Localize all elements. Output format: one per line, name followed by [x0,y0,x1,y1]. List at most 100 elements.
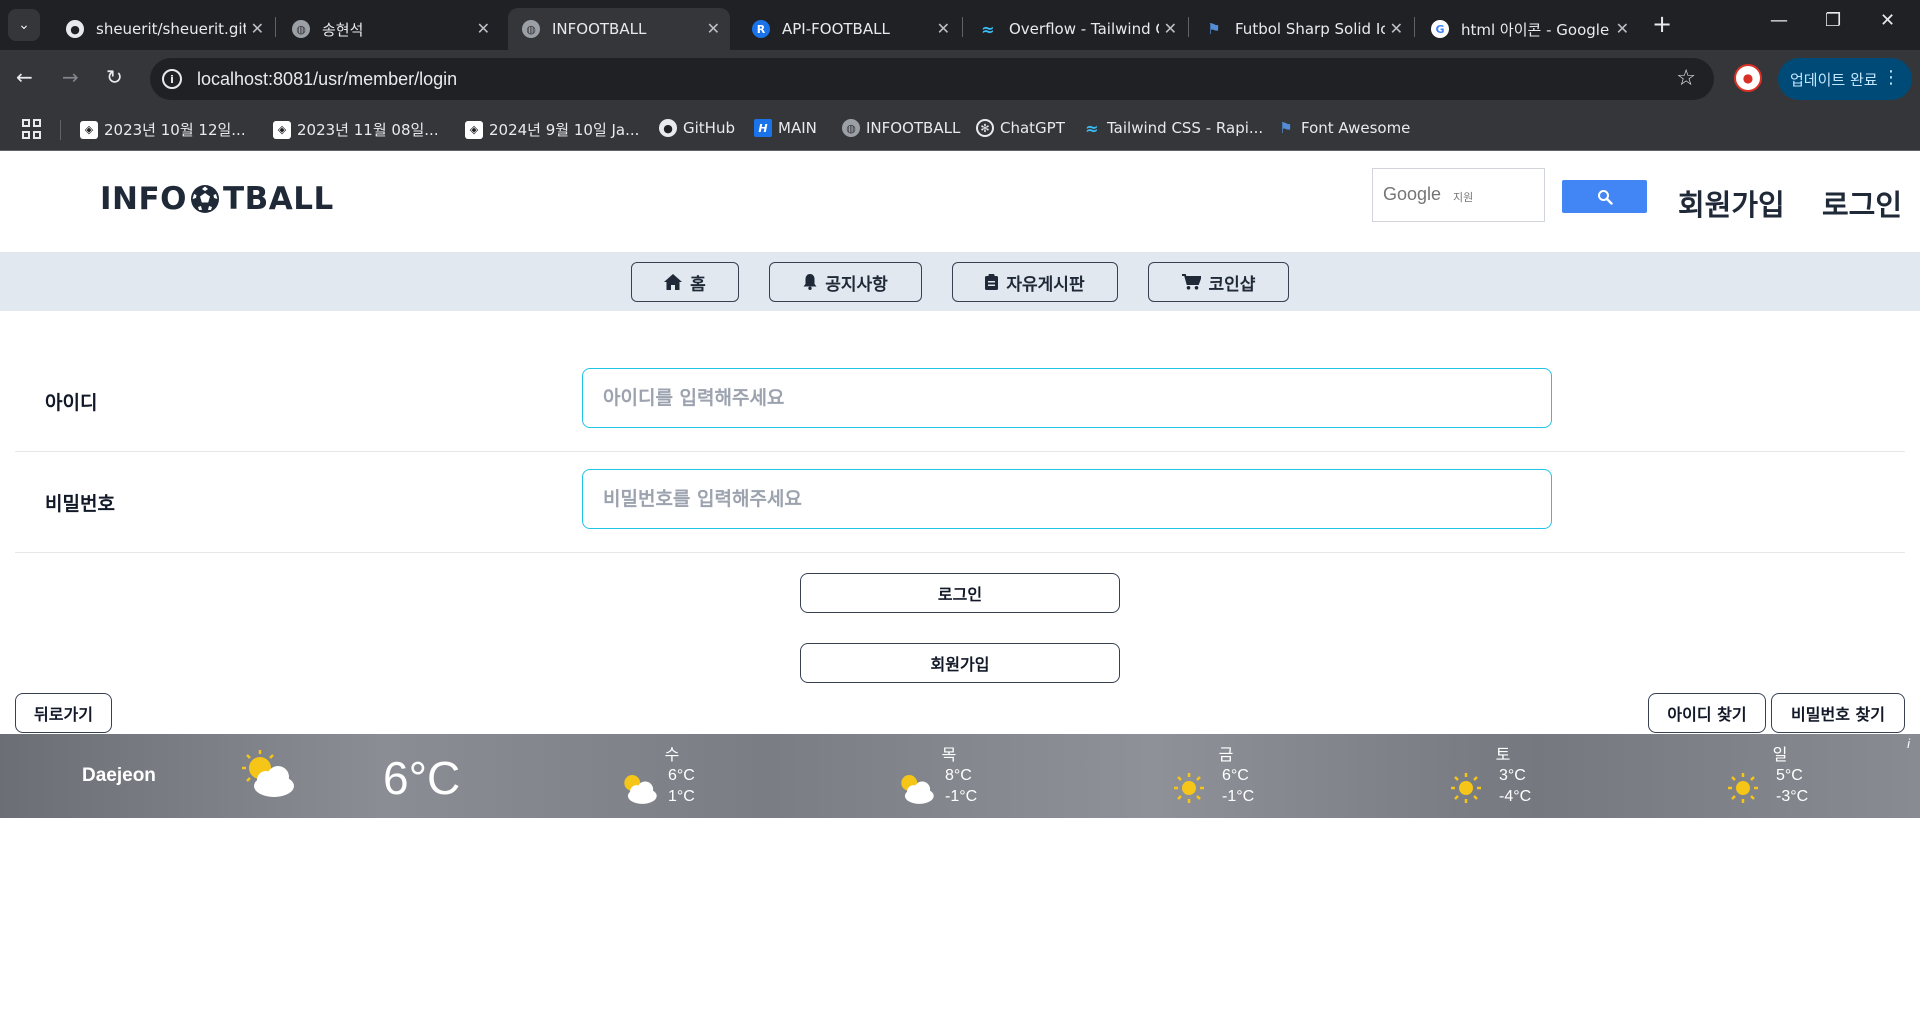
apps-grid-icon[interactable] [22,119,42,139]
tab-title: 송현석 [322,20,364,39]
tab-github[interactable]: ● sheuerit/sheuerit.github ✕ [52,8,274,50]
back-button[interactable]: 뒤로가기 [15,693,112,733]
google-search-input[interactable]: Google 지원 [1372,168,1545,222]
minimize-icon[interactable]: — [1770,10,1788,31]
logo-text-right: TBALL [223,181,334,217]
bookmark-label: ChatGPT [1000,119,1065,137]
close-icon[interactable]: ✕ [1164,19,1177,38]
soccer-ball-icon [191,185,220,213]
tab-title: INFOOTBALL [552,20,647,38]
window-close-icon[interactable]: ✕ [1880,10,1895,31]
partly-cloudy-icon [242,750,294,797]
bookmark-label: 2024년 9월 10일 Ja... [489,121,640,139]
id-label: 아이디 [45,392,98,414]
main-nav: 홈 공지사항 자유게시판 코인샵 [0,252,1920,311]
login-link[interactable]: 로그인 [1822,182,1902,224]
sun-icon [1451,773,1481,803]
weather-day: 토 3°C -4°C [1448,734,1568,818]
nav-free-board[interactable]: 자유게시판 [952,262,1118,302]
tab-api-football[interactable]: R API-FOOTBALL ✕ [738,8,960,50]
close-icon[interactable]: ✕ [937,19,950,38]
page-content: INFO TBALL Google 지원 회원가입 로그인 홈 공지사항 자유게… [0,151,1920,1020]
bookmark-star-icon[interactable]: ☆ [1676,66,1696,91]
tab-title: Futbol Sharp Solid Icon [1235,20,1385,38]
weather-info-icon[interactable]: i [1907,736,1910,751]
bookmark-item[interactable]: ◍ INFOOTBALL [842,119,960,137]
nav-label: 홈 [690,274,706,295]
bookmark-item[interactable]: ● GitHub [659,119,735,137]
weather-day-name: 일 [1772,747,1788,764]
new-tab-icon[interactable]: + [1652,10,1672,38]
bookmark-item[interactable]: H MAIN [754,119,817,137]
back-arrow-icon[interactable]: ← [16,65,33,89]
site-logo[interactable]: INFO TBALL [100,181,334,217]
close-icon[interactable]: ✕ [1390,19,1403,38]
update-button[interactable]: 업데이트 완료 ⋮ [1778,58,1912,100]
nav-home[interactable]: 홈 [631,262,739,302]
profile-avatar[interactable]: ● [1734,64,1762,92]
chevron-down-icon: ⌄ [18,17,30,33]
bookmark-item[interactable]: ⚑ Font Awesome [1277,119,1410,137]
password-input[interactable] [582,469,1552,529]
nav-label: 자유게시판 [1006,274,1085,295]
more-vert-icon[interactable]: ⋮ [1882,67,1900,88]
partly-cloudy-icon [901,775,934,804]
tab-tailwind[interactable]: ≈ Overflow - Tailwind CSS ✕ [965,8,1187,50]
restore-icon[interactable]: ❐ [1825,10,1841,31]
browser-toolbar: ← → ↻ i localhost:8081/usr/member/login … [0,50,1920,108]
bookmark-label: Tailwind CSS - Rapi... [1107,119,1264,137]
tab-font-awesome[interactable]: ⚑ Futbol Sharp Solid Icon ✕ [1191,8,1413,50]
tab-title: Overflow - Tailwind CSS [1009,20,1159,38]
weather-low: 1°C [668,788,695,805]
home-icon [664,274,683,290]
site-info-icon[interactable]: i [162,69,182,89]
nav-notice[interactable]: 공지사항 [769,262,922,302]
search-button[interactable] [1562,180,1647,213]
login-button[interactable]: 로그인 [800,573,1120,613]
id-input[interactable] [582,368,1552,428]
bookmark-item[interactable]: ◈ 2023년 10월 12일... [80,119,246,140]
update-label: 업데이트 완료 [1790,70,1878,89]
find-id-button[interactable]: 아이디 찾기 [1648,693,1766,733]
close-icon[interactable]: ✕ [1616,19,1629,38]
nav-coin-shop[interactable]: 코인샵 [1148,262,1289,302]
bookmark-item[interactable]: ◈ 2023년 11월 08일... [273,119,439,140]
forward-arrow-icon[interactable]: → [62,65,79,89]
clipboard-icon [985,274,999,290]
close-icon[interactable]: ✕ [251,19,264,38]
weather-day-name: 목 [941,747,957,764]
weather-widget[interactable]: Daejeon 6°C 수 6°C 1°C 목 8°C -1°C 금 6°C -… [0,734,1920,818]
tab-title: API-FOOTBALL [782,20,890,38]
weather-day: 일 5°C -3°C [1725,734,1845,818]
bookmark-item[interactable]: ◈ 2024년 9월 10일 Ja... [465,119,639,140]
tab-separator [275,17,276,37]
tab-separator [962,17,963,37]
signup-link[interactable]: 회원가입 [1678,182,1785,224]
find-password-button[interactable]: 비밀번호 찾기 [1771,693,1905,733]
bookmark-label: INFOOTBALL [866,119,961,137]
bookmark-item[interactable]: ✻ ChatGPT [976,119,1065,137]
tab-bar: ⌄ ● sheuerit/sheuerit.github ✕ ◍ 송현석 ✕ ◍… [0,0,1920,50]
logo-text-left: INFO [100,181,188,217]
weather-day-name: 수 [664,747,680,764]
weather-low: -4°C [1499,788,1532,805]
tab-profile[interactable]: ◍ 송현석 ✕ [278,8,500,50]
signup-button[interactable]: 회원가입 [800,643,1120,683]
tab-search-button[interactable]: ⌄ [8,9,40,41]
tab-title: html 아이콘 - Google [1461,20,1610,39]
close-icon[interactable]: ✕ [477,19,490,38]
bookmark-item[interactable]: ≈ Tailwind CSS - Rapi... [1083,119,1264,138]
reload-icon[interactable]: ↻ [106,65,123,89]
close-icon[interactable]: ✕ [707,19,720,38]
cart-icon [1181,274,1201,290]
tab-title: sheuerit/sheuerit.github [96,20,246,38]
globe-icon: ◍ [522,20,540,38]
weather-day-name: 금 [1218,747,1234,764]
bookmark-separator [60,120,61,140]
sun-icon [1728,773,1758,803]
tab-infootball[interactable]: ◍ INFOOTBALL ✕ [508,8,730,50]
tab-google[interactable]: G html 아이콘 - Google ✕ [1417,8,1639,50]
weather-day: 목 8°C -1°C [894,734,1014,818]
address-bar[interactable]: i localhost:8081/usr/member/login ☆ [150,58,1714,100]
url-text[interactable]: localhost:8081/usr/member/login [197,69,457,90]
